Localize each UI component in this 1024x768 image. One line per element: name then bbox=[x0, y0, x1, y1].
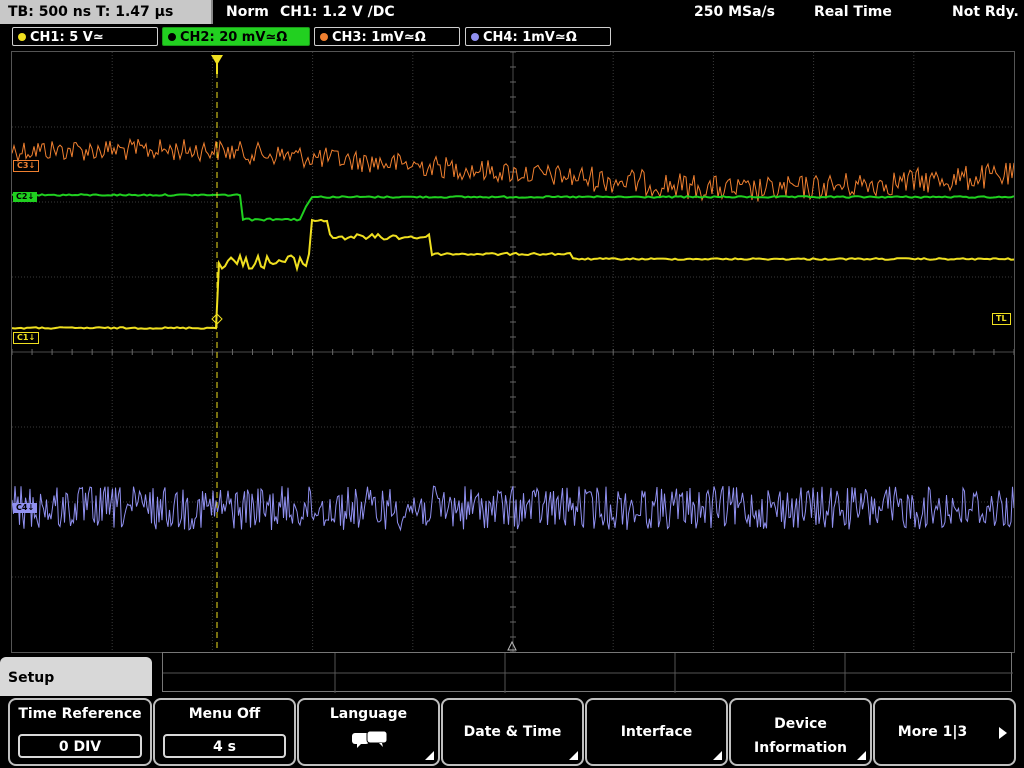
waveform-canvas bbox=[12, 52, 1014, 652]
message-area bbox=[162, 652, 1013, 693]
channel-3-button[interactable]: CH3: 1mV≃Ω bbox=[314, 27, 460, 46]
date-time-softkey[interactable]: Date & Time bbox=[441, 698, 584, 766]
submenu-indicator-icon bbox=[713, 751, 722, 760]
status-bar: TB: 500 ns T: 1.47 µs Norm CH1: 1.2 V ∕D… bbox=[0, 0, 1024, 24]
date-time-label: Date & Time bbox=[463, 724, 562, 740]
timebase-readout[interactable]: TB: 500 ns T: 1.47 µs bbox=[0, 0, 213, 24]
time-reference-softkey[interactable]: Time Reference 0 DIV bbox=[8, 698, 152, 766]
channel-1-dot-icon bbox=[18, 33, 26, 41]
time-reference-value: 0 DIV bbox=[18, 734, 142, 758]
device-information-label: Device Information bbox=[754, 716, 847, 756]
trigger-level-marker[interactable]: TL bbox=[992, 313, 1011, 325]
more-label: More 1|3 bbox=[897, 724, 968, 740]
submenu-indicator-icon bbox=[857, 751, 866, 760]
channel-1-marker[interactable]: C1↓ bbox=[13, 332, 40, 344]
speech-bubbles-icon bbox=[352, 730, 388, 748]
acquisition-state: Not Rdy. bbox=[952, 4, 1019, 20]
submenu-indicator-icon bbox=[569, 751, 578, 760]
language-label: Language bbox=[329, 706, 408, 722]
channel-2-label: CH2: 20 mV≃Ω bbox=[180, 30, 288, 45]
channel-4-marker[interactable]: C4↓ bbox=[13, 503, 38, 513]
time-reference-icon bbox=[507, 640, 517, 651]
next-page-arrow-icon bbox=[999, 727, 1007, 739]
channel-1-button[interactable]: CH1: 5 V≃ bbox=[12, 27, 158, 46]
menu-off-value: 4 s bbox=[163, 734, 286, 758]
channel-4-label: CH4: 1mV≃Ω bbox=[483, 30, 577, 45]
channel-4-button[interactable]: CH4: 1mV≃Ω bbox=[465, 27, 611, 46]
sample-rate: 250 MSa/s bbox=[694, 4, 776, 20]
message-area-dividers bbox=[163, 653, 1013, 693]
more-softkey[interactable]: More 1|3 bbox=[873, 698, 1016, 766]
channel-1-label: CH1: 5 V≃ bbox=[30, 30, 104, 45]
menu-off-softkey[interactable]: Menu Off 4 s bbox=[153, 698, 296, 766]
graticule bbox=[12, 52, 1014, 652]
language-softkey[interactable]: Language bbox=[297, 698, 440, 766]
submenu-indicator-icon bbox=[425, 751, 434, 760]
interface-softkey[interactable]: Interface bbox=[585, 698, 728, 766]
channel-bar: CH1: 5 V≃ CH2: 20 mV≃Ω CH3: 1mV≃Ω CH4: 1… bbox=[0, 26, 1024, 48]
channel-2-dot-icon bbox=[168, 33, 176, 41]
channel-2-button[interactable]: CH2: 20 mV≃Ω bbox=[162, 27, 310, 46]
device-information-softkey[interactable]: Device Information bbox=[729, 698, 872, 766]
menu-title: Setup bbox=[0, 657, 152, 699]
channel-4-dot-icon bbox=[471, 33, 479, 41]
acquisition-mode: Real Time bbox=[814, 4, 892, 20]
channel-3-dot-icon bbox=[320, 33, 328, 41]
channel-2-marker[interactable]: C2↓ bbox=[13, 192, 38, 202]
menu-off-label: Menu Off bbox=[188, 706, 261, 722]
trigger-readout[interactable]: CH1: 1.2 V ∕DC bbox=[280, 0, 395, 24]
channel-3-label: CH3: 1mV≃Ω bbox=[332, 30, 426, 45]
waveform-display[interactable]: C3↓ C2↓ C1↓ C4↓ TL bbox=[11, 51, 1015, 653]
interface-label: Interface bbox=[620, 724, 693, 740]
trigger-mode[interactable]: Norm bbox=[226, 0, 269, 24]
time-reference-label: Time Reference bbox=[18, 706, 142, 722]
channel-3-marker[interactable]: C3↓ bbox=[13, 160, 40, 172]
